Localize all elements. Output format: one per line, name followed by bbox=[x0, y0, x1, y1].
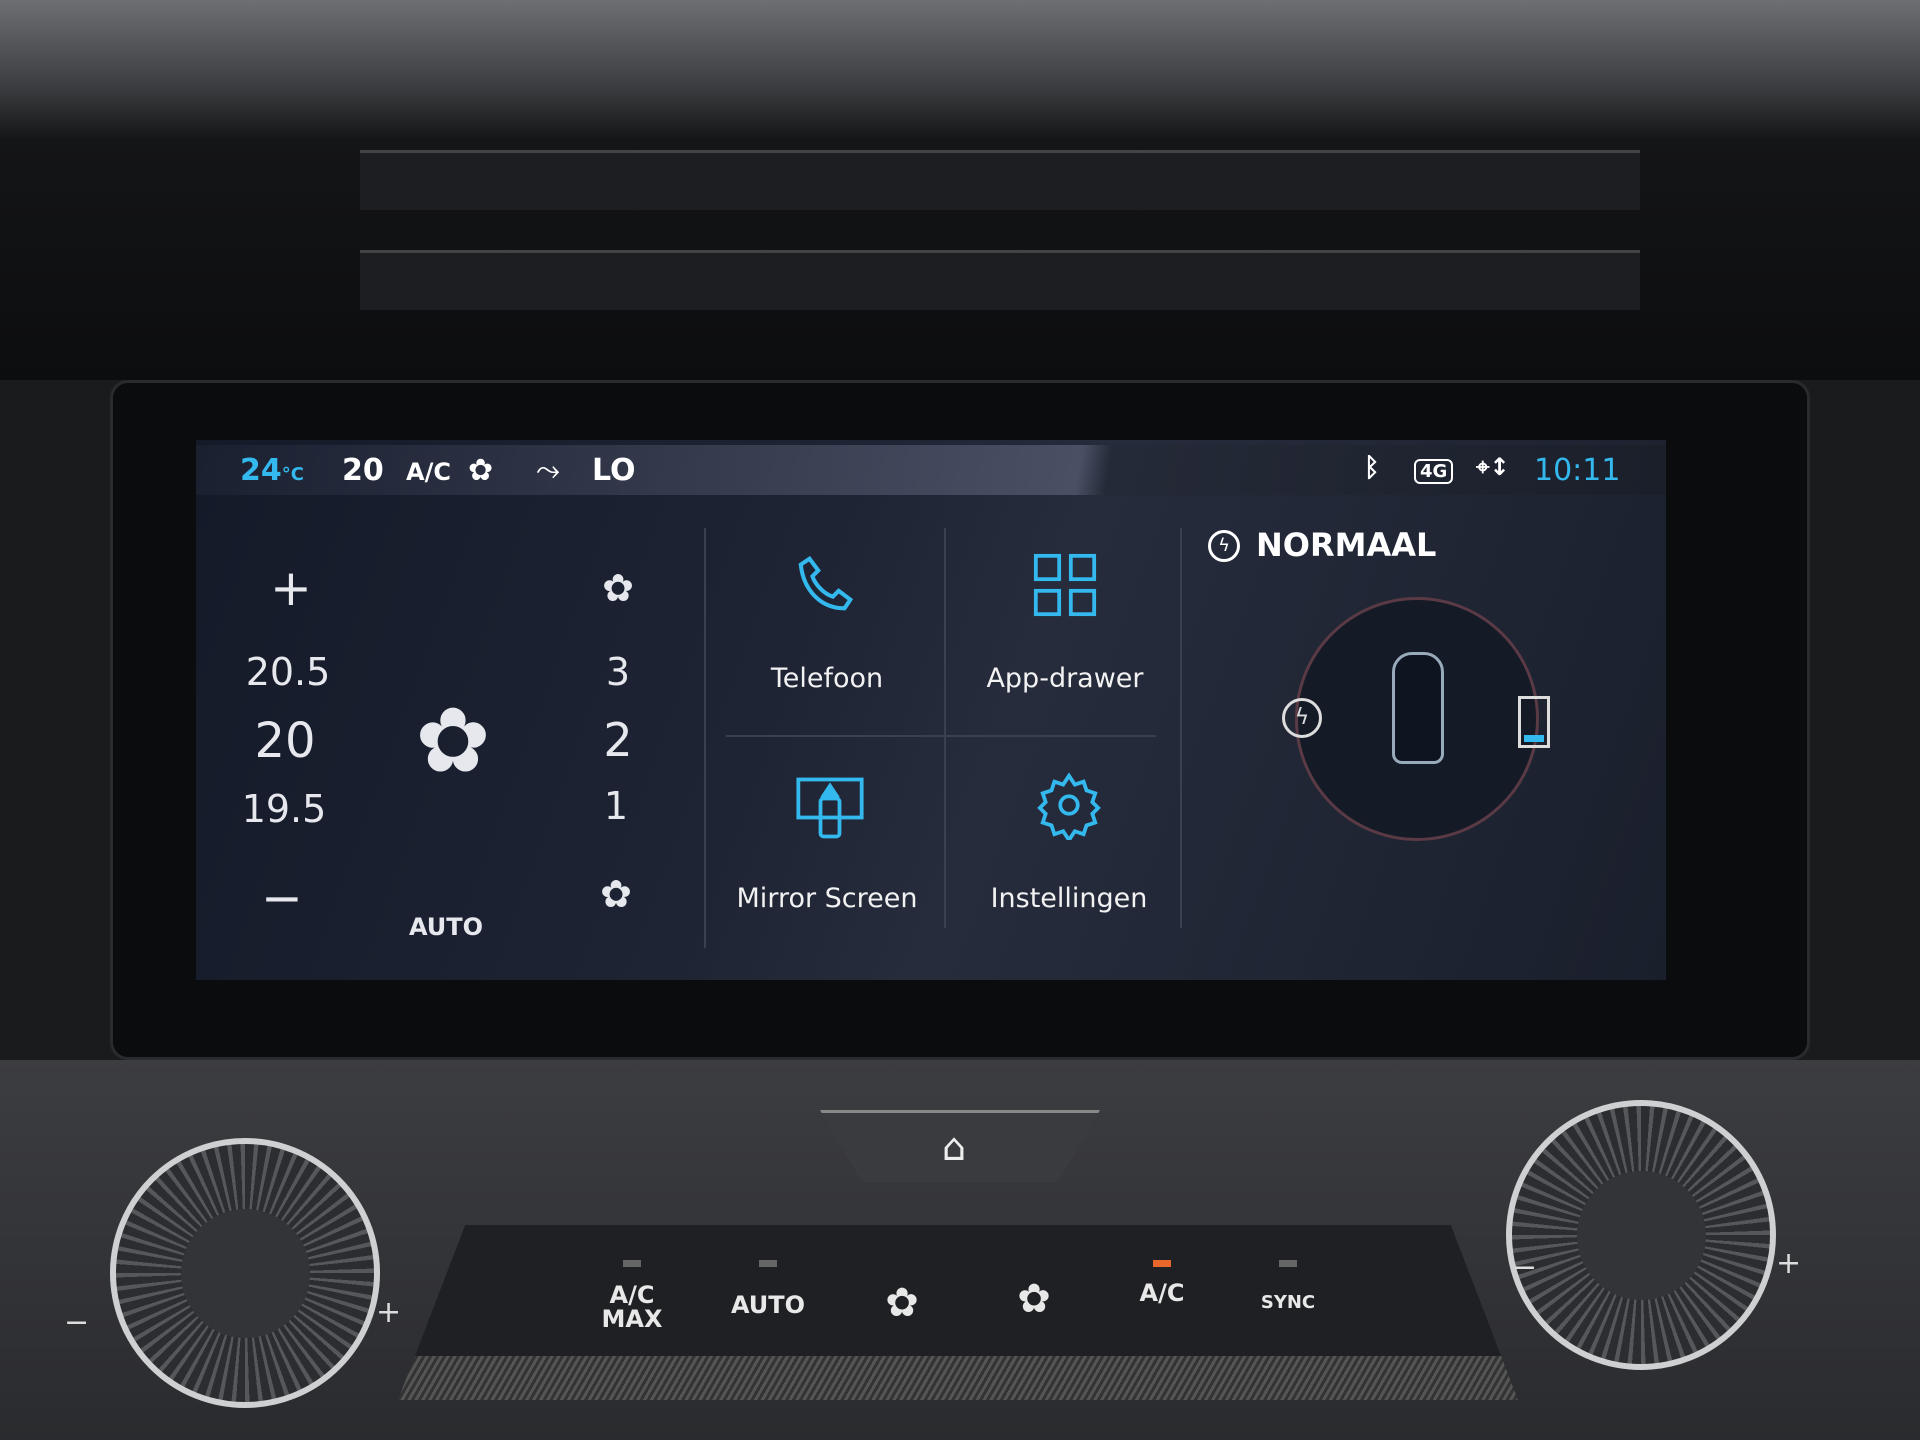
left-temp-knob[interactable] bbox=[110, 1138, 380, 1408]
air-vent bbox=[360, 250, 1640, 310]
tile-instellingen[interactable]: Instellingen bbox=[950, 740, 1188, 954]
fan-option[interactable]: 1 bbox=[604, 784, 628, 828]
fan-up-button[interactable]: ✿ bbox=[1017, 1279, 1051, 1319]
air-vent bbox=[360, 150, 1640, 210]
home-icon: ⌂ bbox=[942, 1125, 967, 1169]
temp-option[interactable]: 19.5 bbox=[242, 787, 327, 831]
fan-level: LO bbox=[592, 453, 636, 488]
grid-icon bbox=[1033, 553, 1097, 617]
tile-label: Mirror Screen bbox=[736, 883, 918, 914]
temp-option[interactable]: 20.5 bbox=[246, 650, 331, 694]
tile-telefoon[interactable]: Telefoon bbox=[708, 520, 946, 734]
fan-increase-icon[interactable]: ✿ bbox=[602, 566, 634, 610]
auto-button[interactable]: AUTO bbox=[731, 1293, 805, 1317]
fan-down-button[interactable]: ✿ bbox=[885, 1283, 919, 1323]
location-sync-icon: ⌖↕ bbox=[1476, 453, 1510, 481]
battery-icon bbox=[1518, 696, 1550, 748]
climate-button-strip: A/C MAX AUTO ✿ ✿ A/C SYNC bbox=[398, 1225, 1518, 1400]
clock: 10:11 bbox=[1534, 453, 1621, 488]
tile-app-drawer[interactable]: App-drawer bbox=[946, 520, 1184, 734]
left-knob-minus: − bbox=[64, 1305, 90, 1340]
right-temp-knob[interactable] bbox=[1506, 1100, 1776, 1370]
ac-max-button[interactable]: A/C MAX bbox=[602, 1283, 663, 1331]
temp-unit: °C bbox=[281, 464, 304, 485]
temp-up-button[interactable]: + bbox=[270, 559, 312, 617]
temp-current[interactable]: 20 bbox=[254, 713, 315, 769]
divider bbox=[704, 528, 706, 948]
car-top-view-icon bbox=[1392, 652, 1444, 764]
fan-icon: ✿ bbox=[415, 688, 491, 794]
temp-down-button[interactable]: − bbox=[261, 869, 303, 927]
tile-label: Telefoon bbox=[770, 663, 884, 694]
tile-label: Instellingen bbox=[990, 883, 1148, 914]
seat-airflow-icon: ⤳ bbox=[536, 453, 560, 488]
right-knob-plus: + bbox=[1776, 1246, 1802, 1281]
sync-button[interactable]: SYNC bbox=[1261, 1291, 1315, 1315]
phone-icon bbox=[798, 555, 854, 611]
divider bbox=[726, 735, 1156, 737]
bluetooth-icon: ᛒ bbox=[1364, 453, 1380, 483]
energy-mode: NORMAAL bbox=[1256, 526, 1437, 564]
fan-decrease-icon[interactable]: ✿ bbox=[600, 872, 632, 916]
tile-mirror-screen[interactable]: Mirror Screen bbox=[708, 740, 946, 954]
infotainment-screen: 24°C 20 A/C ✿ ⤳ LO ᛒ 4G ⌖↕ 10:11 + 20.5 … bbox=[196, 440, 1666, 980]
auto-climate-button[interactable]: AUTO bbox=[409, 913, 483, 941]
fan-icon: ✿ bbox=[468, 453, 494, 488]
dashboard-vents bbox=[0, 0, 1920, 380]
button-label: A/C bbox=[609, 1281, 655, 1309]
indicator-led bbox=[1153, 1260, 1171, 1267]
lightning-icon: ϟ bbox=[1208, 530, 1240, 562]
lightning-icon: ϟ bbox=[1282, 698, 1322, 738]
set-temp: 20 bbox=[342, 453, 384, 488]
right-knob-minus: − bbox=[1512, 1250, 1538, 1285]
outside-temp: 24 bbox=[240, 453, 282, 488]
fan-current[interactable]: 2 bbox=[603, 713, 632, 767]
fan-option[interactable]: 3 bbox=[606, 650, 630, 694]
indicator-led bbox=[759, 1260, 777, 1267]
ac-button[interactable]: A/C bbox=[1140, 1281, 1185, 1305]
home-button[interactable]: ⌂ bbox=[820, 1110, 1100, 1182]
button-label: MAX bbox=[601, 1305, 663, 1333]
mirror-screen-icon bbox=[796, 777, 864, 839]
4g-car-icon: 4G bbox=[1414, 459, 1454, 484]
indicator-led bbox=[1279, 1260, 1297, 1267]
left-knob-plus: + bbox=[376, 1295, 402, 1330]
button-grille bbox=[398, 1356, 1518, 1400]
indicator-led bbox=[623, 1260, 641, 1267]
tile-label: App-drawer bbox=[986, 663, 1144, 694]
battery-level bbox=[1524, 735, 1544, 742]
status-bar: 24°C 20 A/C ✿ ⤳ LO ᛒ 4G ⌖↕ 10:11 bbox=[196, 445, 1666, 495]
ac-status: A/C bbox=[406, 458, 451, 486]
gear-icon bbox=[1037, 772, 1101, 840]
